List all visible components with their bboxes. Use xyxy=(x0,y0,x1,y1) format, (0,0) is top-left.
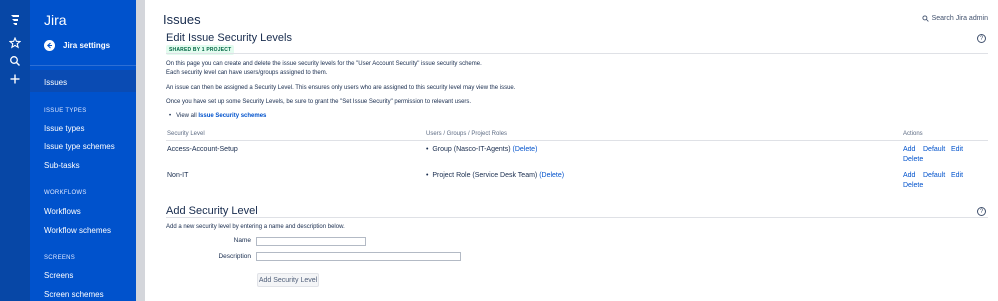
member-name: Group (Nasco-IT-Agents) xyxy=(432,146,511,153)
sidebar-item-workflow-schemes[interactable]: Workflow schemes xyxy=(44,226,111,235)
col-header-security-level: Security Level xyxy=(167,131,205,137)
member-name: Project Role (Service Desk Team) xyxy=(432,172,538,179)
back-to-jira-settings[interactable]: Jira settings xyxy=(44,40,110,51)
sidebar-title: Jira xyxy=(44,12,67,28)
search-icon[interactable] xyxy=(7,53,23,69)
view-all-prefix: View all xyxy=(176,113,197,119)
add-action-link[interactable]: Add xyxy=(903,172,915,179)
section-divider xyxy=(166,53,988,54)
default-action-link[interactable]: Default xyxy=(923,146,945,153)
col-header-actions: Actions xyxy=(903,131,923,137)
add-section-divider xyxy=(166,217,988,218)
search-label: Search Jira admin xyxy=(931,15,988,22)
description-field[interactable] xyxy=(256,252,461,261)
sidebar-item-sub-tasks[interactable]: Sub-tasks xyxy=(44,161,80,170)
sidebar-item-issue-types[interactable]: Issue types xyxy=(44,124,84,133)
sidebar-item-screens[interactable]: Screens xyxy=(44,271,73,280)
sidebar-item-workflows[interactable]: Workflows xyxy=(44,207,81,216)
help-icon[interactable]: ? xyxy=(977,34,986,43)
create-plus-icon[interactable] xyxy=(7,71,23,87)
sidebar-item-issue-type-schemes[interactable]: Issue type schemes xyxy=(44,142,115,151)
table-row-level: Access-Account-Setup xyxy=(167,146,238,153)
sidebar-heading-screens: SCREENS xyxy=(44,255,76,261)
table-row-level: Non-IT xyxy=(167,172,189,179)
edit-action-link[interactable]: Edit xyxy=(951,172,963,179)
col-header-users: Users / Groups / Project Roles xyxy=(426,131,508,137)
search-jira-admin[interactable]: Search Jira admin xyxy=(922,15,988,22)
add-section-intro: Add a new security level by entering a n… xyxy=(166,224,345,230)
back-label: Jira settings xyxy=(63,41,111,50)
help-icon[interactable]: ? xyxy=(977,207,986,216)
intro-paragraph-2: An issue can then be assigned a Security… xyxy=(166,85,516,91)
sidebar-scrollbar[interactable] xyxy=(136,0,145,301)
add-section-title: Add Security Level xyxy=(166,205,258,217)
sidebar-heading-issue-types: ISSUE TYPES xyxy=(44,108,87,114)
description-label: Description xyxy=(218,253,251,260)
add-action-link[interactable]: Add xyxy=(903,146,915,153)
edit-section-title: Edit Issue Security Levels xyxy=(166,32,292,44)
delete-action-link[interactable]: Delete xyxy=(903,156,923,163)
search-small-icon xyxy=(922,15,929,22)
star-icon[interactable] xyxy=(7,35,23,51)
table-header-divider xyxy=(166,140,988,141)
main-content: Issues Search Jira admin Edit Issue Secu… xyxy=(145,0,998,301)
bullet: • xyxy=(169,113,175,119)
sidebar-item-issues[interactable]: Issues xyxy=(44,78,67,87)
name-field[interactable] xyxy=(256,237,366,246)
jira-logo-icon[interactable] xyxy=(7,12,23,28)
table-row-member: • Group (Nasco-IT-Agents) (Delete) xyxy=(426,146,538,153)
default-action-link[interactable]: Default xyxy=(923,172,945,179)
intro-line-1: On this page you can create and delete t… xyxy=(166,61,482,67)
view-all-line: • View all Issue Security schemes xyxy=(169,112,266,120)
delete-member-link[interactable]: (Delete) xyxy=(513,146,538,153)
intro-line-2: Each security level can have users/group… xyxy=(166,70,328,76)
add-security-level-button[interactable]: Add Security Level xyxy=(257,273,319,287)
delete-member-link[interactable]: (Delete) xyxy=(539,172,564,179)
issue-security-schemes-link[interactable]: Issue Security schemes xyxy=(198,113,266,119)
sidebar-heading-workflows: WORKFLOWS xyxy=(44,190,87,196)
arrow-left-icon xyxy=(44,40,55,51)
global-nav-rail xyxy=(0,0,30,301)
name-label: Name xyxy=(233,237,251,244)
edit-action-link[interactable]: Edit xyxy=(951,146,963,153)
settings-sidebar: Jira Jira settings Issues ISSUE TYPES Is… xyxy=(30,0,136,301)
table-row-member: • Project Role (Service Desk Team) (Dele… xyxy=(426,172,565,179)
sidebar-divider xyxy=(30,65,136,66)
intro-paragraph-3: Once you have set up some Security Level… xyxy=(166,99,472,105)
sidebar-item-screen-schemes[interactable]: Screen schemes xyxy=(44,290,104,299)
page-title: Issues xyxy=(163,12,201,27)
delete-action-link[interactable]: Delete xyxy=(903,182,923,189)
